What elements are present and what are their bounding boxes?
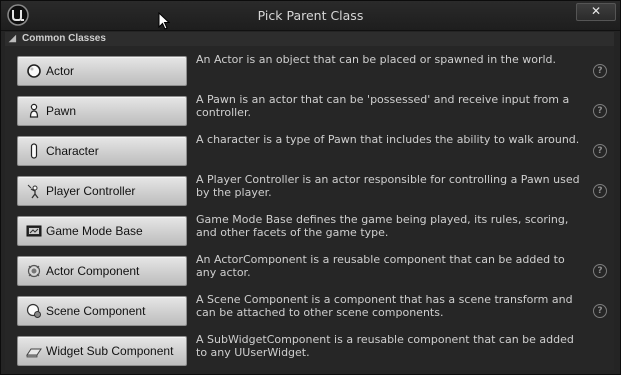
- class-row-widget-sub-component: Widget Sub Component A SubWidgetComponen…: [5, 333, 614, 373]
- class-button-label: Pawn: [46, 104, 77, 118]
- actor-component-icon: [27, 264, 41, 278]
- class-button-label: Actor: [46, 64, 75, 78]
- window-title: Pick Parent Class: [257, 8, 364, 23]
- class-description: An Actor is an object that can be placed…: [196, 53, 557, 66]
- class-button-label: Game Mode Base: [46, 224, 143, 238]
- pawn-icon: [29, 103, 39, 118]
- class-row-character: Character A character is a type of Pawn …: [5, 133, 614, 173]
- class-description: A SubWidgetComponent is a reusable compo…: [196, 333, 574, 359]
- class-row-pawn: Pawn A Pawn is an actor that can be 'pos…: [5, 93, 614, 133]
- class-description: A Player Controller is an actor responsi…: [196, 173, 580, 199]
- common-classes-header[interactable]: ◢ Common Classes: [5, 32, 614, 46]
- close-button[interactable]: ✕: [576, 3, 616, 21]
- class-row-actor-component: Actor Component An ActorComponent is a r…: [5, 253, 614, 293]
- actor-component-class-button[interactable]: Actor Component: [17, 256, 187, 286]
- class-row-scene-component: Scene Component A Scene Component is a c…: [5, 293, 614, 333]
- character-class-button[interactable]: Character: [17, 136, 187, 166]
- class-description: An ActorComponent is a reusable componen…: [196, 253, 565, 279]
- help-icon[interactable]: ?: [593, 144, 607, 158]
- help-icon[interactable]: ?: [593, 64, 607, 78]
- mouse-cursor-icon: [158, 12, 170, 30]
- section-title: Common Classes: [22, 33, 106, 44]
- help-icon[interactable]: ?: [593, 304, 607, 318]
- game-mode-base-class-button[interactable]: Game Mode Base: [17, 216, 187, 246]
- help-icon[interactable]: ?: [593, 104, 607, 118]
- class-button-label: Scene Component: [46, 304, 146, 318]
- character-icon: [30, 143, 38, 159]
- player-controller-icon: [27, 184, 39, 199]
- game-mode-icon: [26, 225, 42, 237]
- class-description: Game Mode Base defines the game being pl…: [196, 213, 569, 239]
- title-bar[interactable]: Pick Parent Class ✕: [1, 1, 620, 31]
- scene-component-icon: [26, 303, 41, 318]
- class-row-player-controller: Player Controller A Player Controller is…: [5, 173, 614, 213]
- class-description: A character is a type of Pawn that inclu…: [196, 133, 580, 146]
- pawn-class-button[interactable]: Pawn: [17, 96, 187, 126]
- scene-component-class-button[interactable]: Scene Component: [17, 296, 187, 326]
- help-icon[interactable]: ?: [593, 264, 607, 278]
- player-controller-class-button[interactable]: Player Controller: [17, 176, 187, 206]
- class-picker-panel: ◢ Common Classes Actor An Actor is an ob…: [5, 32, 614, 370]
- pick-parent-class-dialog: Pick Parent Class ✕ ◢ Common Classes Act…: [0, 0, 621, 375]
- class-button-label: Character: [46, 144, 99, 158]
- class-description: A Pawn is an actor that can be 'possesse…: [196, 93, 570, 119]
- collapse-arrow-icon[interactable]: ◢: [9, 33, 16, 44]
- class-row-actor: Actor An Actor is an object that can be …: [5, 53, 614, 93]
- class-button-label: Widget Sub Component: [46, 344, 174, 358]
- help-icon[interactable]: ?: [593, 184, 607, 198]
- actor-icon: [27, 64, 41, 78]
- actor-class-button[interactable]: Actor: [17, 56, 187, 86]
- class-button-label: Actor Component: [46, 264, 140, 278]
- widget-sub-component-icon: [26, 348, 42, 358]
- class-description: A Scene Component is a component that ha…: [196, 293, 573, 319]
- class-row-game-mode-base: Game Mode Base Game Mode Base defines th…: [5, 213, 614, 253]
- class-button-label: Player Controller: [46, 184, 136, 198]
- widget-sub-component-class-button[interactable]: Widget Sub Component: [17, 336, 187, 366]
